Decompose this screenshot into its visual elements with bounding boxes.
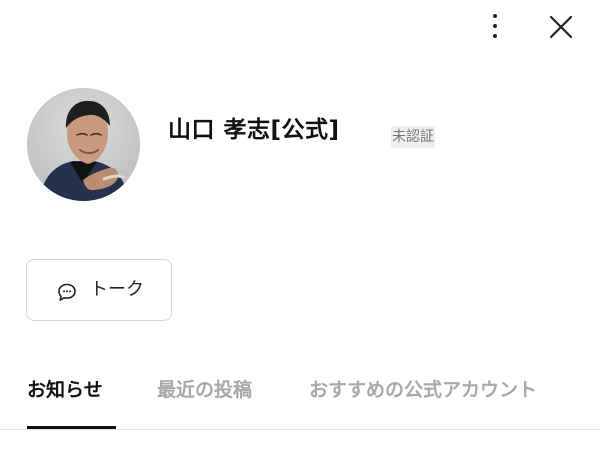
person-portrait-icon — [27, 88, 140, 201]
tab-recommended-official-accounts[interactable]: おすすめの公式アカウント — [309, 377, 537, 403]
more-options-button[interactable] — [481, 10, 509, 42]
talk-button-label: トーク — [90, 279, 144, 300]
more-vertical-icon-dot-top — [493, 14, 497, 18]
tab-recent-posts[interactable]: 最近の投稿 — [157, 377, 252, 403]
tabs-divider — [0, 429, 600, 430]
profile-tabs: お知らせ 最近の投稿 おすすめの公式アカウント — [0, 366, 600, 430]
close-icon — [549, 15, 573, 39]
chat-bubble-icon — [58, 283, 76, 301]
profile-name: 山口 孝志[公式] — [168, 117, 340, 143]
talk-button[interactable]: トーク — [26, 259, 172, 321]
close-button[interactable] — [546, 12, 576, 42]
more-vertical-icon-dot-middle — [493, 24, 497, 28]
profile-avatar — [27, 88, 140, 201]
more-vertical-icon-dot-bottom — [493, 34, 497, 38]
verification-status-badge: 未認証 — [391, 126, 435, 148]
tab-announcements[interactable]: お知らせ — [27, 377, 103, 403]
